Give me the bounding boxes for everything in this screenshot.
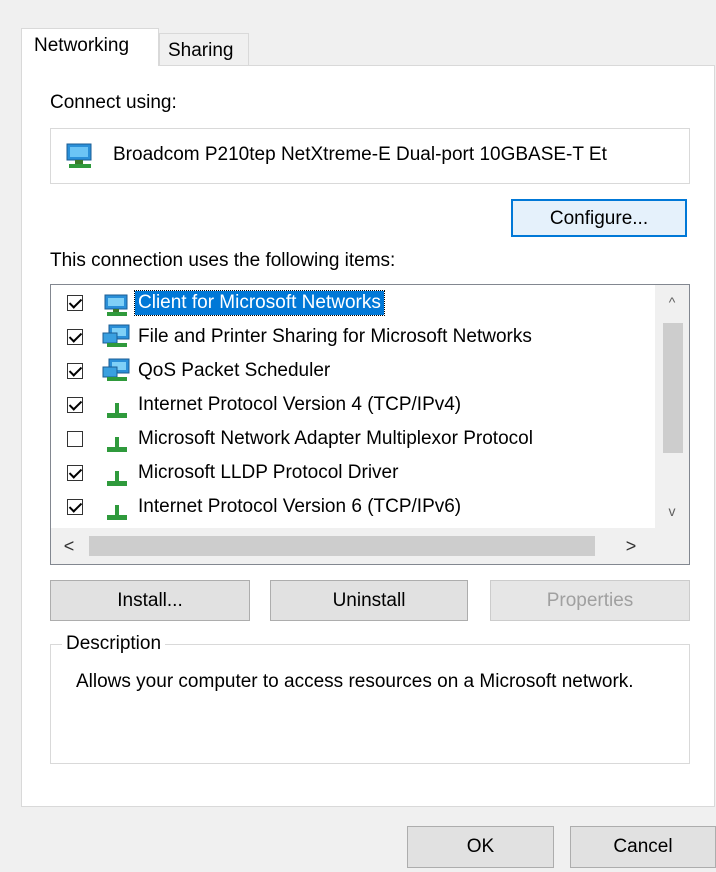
install-button[interactable]: Install...: [50, 580, 250, 621]
list-item[interactable]: File and Printer Sharing for Microsoft N…: [51, 321, 651, 355]
item-checkbox[interactable]: [67, 397, 83, 413]
scrollbar-corner: [655, 528, 689, 564]
item-label: File and Printer Sharing for Microsoft N…: [138, 326, 532, 347]
horizontal-scroll-thumb[interactable]: [89, 536, 595, 556]
checkmark-icon: [68, 329, 83, 343]
list-item[interactable]: Microsoft Network Adapter Multiplexor Pr…: [51, 423, 651, 457]
scroll-left-icon[interactable]: <: [51, 528, 87, 564]
item-label: Internet Protocol Version 4 (TCP/IPv4): [138, 394, 462, 415]
item-checkbox[interactable]: [67, 363, 83, 379]
vertical-scrollbar[interactable]: ^ v: [655, 285, 689, 528]
item-checkbox[interactable]: [67, 431, 83, 447]
item-checkbox[interactable]: [67, 499, 83, 515]
checkmark-icon: [68, 363, 83, 377]
scroll-down-icon[interactable]: v: [655, 494, 689, 528]
item-label: Internet Protocol Version 6 (TCP/IPv6): [138, 496, 462, 517]
network-properties-window: Sharing Networking Connect using: Broadc…: [0, 0, 716, 872]
checkmark-icon: [68, 499, 83, 513]
uninstall-button[interactable]: Uninstall: [270, 580, 468, 621]
network-service-icon: [102, 324, 130, 347]
tab-sharing[interactable]: Sharing: [159, 33, 249, 67]
network-service-icon: [102, 358, 130, 381]
network-adapter-icon: [66, 143, 92, 168]
description-legend: Description: [62, 633, 166, 655]
item-label: Microsoft LLDP Protocol Driver: [138, 462, 399, 483]
list-item[interactable]: Internet Protocol Version 4 (TCP/IPv4): [51, 389, 651, 423]
description-text: Allows your computer to access resources…: [76, 671, 634, 692]
cancel-button[interactable]: Cancel: [570, 826, 716, 868]
ok-button[interactable]: OK: [407, 826, 554, 868]
item-checkbox[interactable]: [67, 329, 83, 345]
connection-items-list[interactable]: Client for Microsoft Networks File and Pr…: [50, 284, 690, 565]
list-item[interactable]: Internet Protocol Version 6 (TCP/IPv6): [51, 491, 651, 525]
list-item[interactable]: Microsoft LLDP Protocol Driver: [51, 457, 651, 491]
protocol-icon: [107, 471, 127, 486]
items-label: This connection uses the following items…: [50, 250, 396, 271]
item-label: Client for Microsoft Networks: [134, 290, 385, 316]
adapter-name: Broadcom P210tep NetXtreme-E Dual-port 1…: [113, 144, 607, 165]
item-label: Microsoft Network Adapter Multiplexor Pr…: [138, 428, 533, 449]
list-item[interactable]: Client for Microsoft Networks: [51, 287, 651, 321]
checkmark-icon: [68, 397, 83, 411]
item-label: QoS Packet Scheduler: [138, 360, 331, 381]
description-group: [50, 644, 690, 764]
horizontal-scrollbar[interactable]: < >: [51, 528, 689, 564]
checkmark-icon: [68, 295, 83, 309]
protocol-icon: [107, 403, 127, 418]
protocol-icon: [107, 505, 127, 520]
vertical-scroll-thumb[interactable]: [663, 323, 683, 453]
network-client-icon: [104, 294, 128, 316]
connect-using-label: Connect using:: [50, 92, 177, 113]
protocol-icon: [107, 437, 127, 452]
scroll-right-icon[interactable]: >: [613, 528, 649, 564]
properties-button: Properties: [490, 580, 690, 621]
configure-button[interactable]: Configure...: [511, 199, 687, 237]
item-checkbox[interactable]: [67, 465, 83, 481]
adapter-field: Broadcom P210tep NetXtreme-E Dual-port 1…: [50, 128, 690, 184]
checkmark-icon: [68, 465, 83, 479]
scroll-up-icon[interactable]: ^: [655, 285, 689, 319]
tab-networking[interactable]: Networking: [21, 28, 159, 66]
list-item[interactable]: QoS Packet Scheduler: [51, 355, 651, 389]
item-checkbox[interactable]: [67, 295, 83, 311]
